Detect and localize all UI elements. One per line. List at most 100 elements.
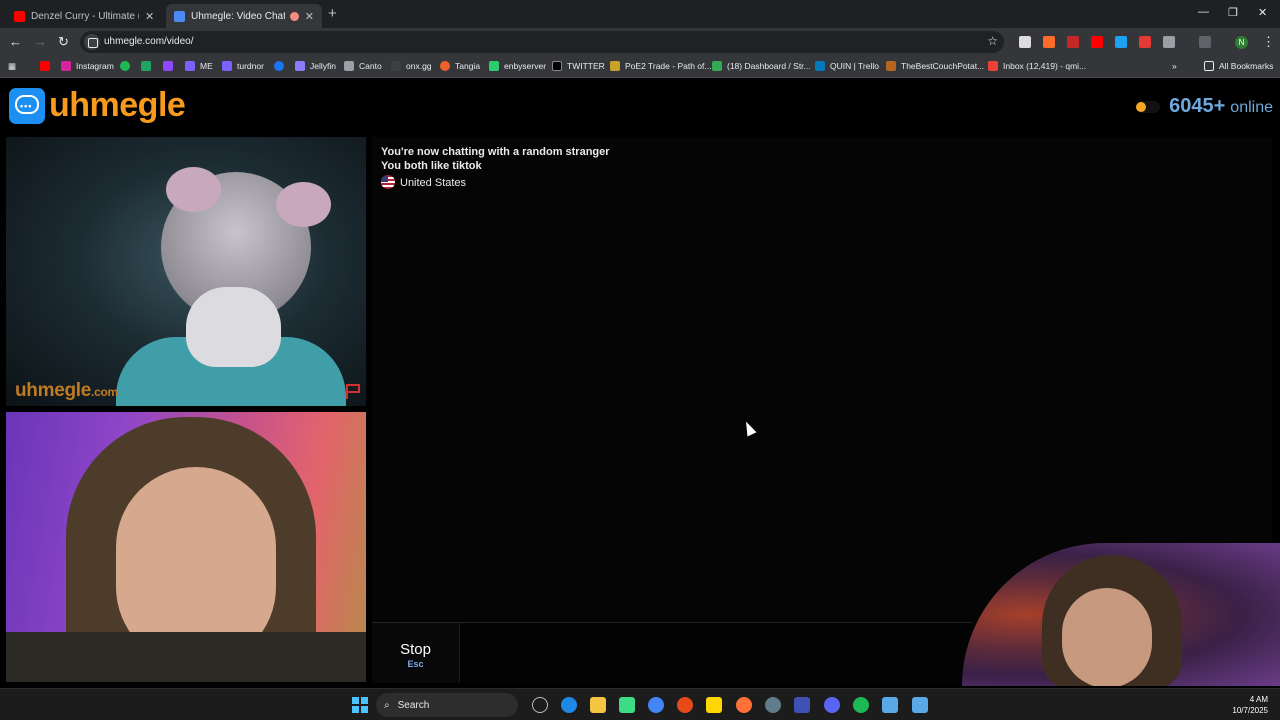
bookmark-spotify[interactable] [120,61,135,71]
report-flag-icon[interactable] [344,382,362,400]
windows-start-icon[interactable] [352,697,368,713]
discord-icon[interactable] [824,697,840,713]
extension-translate-icon[interactable] [1115,36,1127,48]
side-panel-icon[interactable] [1199,36,1211,48]
bookmark-label: Instagram [76,61,114,71]
mail-icon [988,61,998,71]
obs-icon[interactable] [765,697,781,713]
bookmark-onx[interactable]: onx.gg [391,61,432,71]
bookmark-canto[interactable]: Canto [344,61,382,71]
windows-taskbar: ⌕ Search 4 AM 10/7/2025 [0,688,1280,720]
extension-red-icon[interactable] [1139,36,1151,48]
close-icon[interactable]: ✕ [305,10,314,23]
bookmarks-overflow-icon[interactable]: » [1172,61,1177,71]
couchpotato-icon [886,61,896,71]
uhmegle-page: ••• uhmegle 6045+ online uhmegle.com You… [0,78,1280,688]
bookmark-label: turdnor [237,61,264,71]
bookmark-trello[interactable]: QUIN | Trello [815,61,879,71]
steam-icon[interactable] [882,697,898,713]
bookmark-tangia[interactable]: Tangia [440,61,480,71]
bookmark-inbox[interactable]: Inbox (12,419) - qmi... [988,61,1086,71]
sticky-notes-icon[interactable] [706,697,722,713]
taskbar-search[interactable]: ⌕ Search [376,693,518,717]
online-counter: 6045+ online [1136,95,1273,118]
facebook-icon [274,61,284,71]
address-bar[interactable]: uhmegle.com/video/ ☆ [80,31,1004,53]
tangia-icon [440,61,450,71]
logo-text: uhmegle [49,86,186,124]
extensions-puzzle-icon[interactable] [1163,36,1175,48]
bookmark-turdnor[interactable]: turdnor [222,61,264,71]
bookmark-label: Canto [359,61,382,71]
all-bookmarks[interactable]: All Bookmarks [1204,61,1273,71]
chat-input-bar: Stop Esc [372,622,972,683]
bookmark-couchpotato[interactable]: TheBestCouchPotat... [886,61,984,71]
stranger-location: United States [381,175,466,189]
clock-date: 10/7/2025 [1232,706,1268,715]
menu-kebab-icon[interactable]: ⋮ [1262,34,1275,50]
poe-icon [610,61,620,71]
file-explorer-icon[interactable] [590,697,606,713]
browser-toolbar: ← → ↻ uhmegle.com/video/ ☆ N ⋮ [0,28,1280,56]
bookmark-poe2[interactable]: PoE2 Trade - Path of... [610,61,711,71]
extension-k-icon[interactable] [1019,36,1031,48]
bookmark-label: ME [200,61,213,71]
notepad-icon[interactable] [912,697,928,713]
forward-icon[interactable]: → [34,34,47,49]
close-icon[interactable]: ✕ [145,10,154,23]
bookmark-youtube[interactable] [40,61,55,71]
spotify-icon[interactable] [853,697,869,713]
extension-record-icon[interactable] [1067,36,1079,48]
firefox-icon[interactable] [736,697,752,713]
bookmark-instagram[interactable]: Instagram [61,61,114,71]
extension-youtube-icon[interactable] [1091,36,1103,48]
bookmark-twitch[interactable] [163,61,178,71]
minimize-icon[interactable]: — [1198,6,1209,18]
bookmark-label: TheBestCouchPotat... [901,61,985,71]
twitch-icon [163,61,173,71]
window-close-icon[interactable]: ✕ [1258,6,1267,19]
terminal-icon[interactable] [619,697,635,713]
bookmark-label: QUIN | Trello [830,61,879,71]
extension-fox-icon[interactable] [1043,36,1055,48]
bookmark-jellyfin[interactable]: Jellyfin [295,61,336,71]
bookmark-label: onx.gg [406,61,432,71]
site-info-icon[interactable] [84,34,100,50]
chrome-icon[interactable] [648,697,664,713]
app-blue-icon[interactable] [794,697,810,713]
onx-icon [391,61,401,71]
profile-avatar[interactable]: N [1235,36,1248,49]
bookmark-enbyserver[interactable]: enbyserver [489,61,546,71]
theme-toggle[interactable] [1136,101,1161,113]
bookmark-label: TWITTER [567,61,605,71]
stop-shortcut: Esc [407,659,424,669]
bookmark-me[interactable]: ME [185,61,213,71]
bookmark-star-icon[interactable]: ☆ [987,34,998,48]
clock-time: 4 AM [1249,695,1268,704]
stop-button[interactable]: Stop Esc [372,623,460,683]
back-icon[interactable]: ← [9,34,22,49]
url-text[interactable]: uhmegle.com/video/ [104,36,194,47]
apps-grid-icon[interactable]: ▦ [8,61,16,72]
recording-icon [290,11,299,21]
reload-icon[interactable]: ↻ [58,34,69,50]
tab-uhmegle[interactable]: Uhmegle: Video Chat | Omeg ✕ [166,4,322,28]
widgets-icon[interactable] [532,697,548,713]
restore-icon[interactable]: ❐ [1228,6,1238,19]
edge-icon[interactable] [561,697,577,713]
twitch-icon [222,61,232,71]
tab-youtube[interactable]: Denzel Curry - Ultimate (BADBA ✕ [6,4,166,28]
tab-strip: Denzel Curry - Ultimate (BADBA ✕ Uhmegle… [0,0,1280,28]
bookmark-green[interactable] [141,61,156,71]
app-red-icon[interactable] [677,697,693,713]
bookmark-twitter[interactable]: TWITTER [552,61,605,71]
trello-icon [815,61,825,71]
folder-icon [1204,61,1214,71]
bookmark-label: Jellyfin [310,61,336,71]
bookmark-dashboard[interactable]: (18) Dashboard / Str... [712,61,811,71]
video-watermark: uhmegle.com [15,380,118,402]
site-logo[interactable]: ••• uhmegle [9,86,186,125]
system-clock[interactable]: 4 AM 10/7/2025 [1232,694,1268,716]
bookmark-facebook[interactable] [274,61,289,71]
new-tab-icon[interactable]: + [328,5,337,22]
